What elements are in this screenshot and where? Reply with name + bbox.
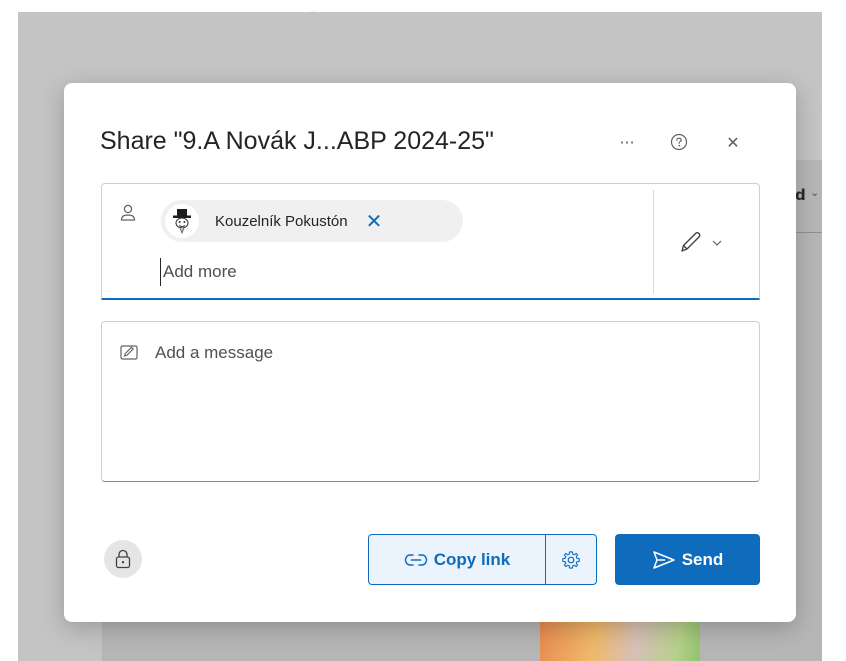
person-icon (120, 204, 136, 221)
add-more-input[interactable] (160, 258, 540, 286)
message-input[interactable] (155, 340, 735, 366)
copy-link-button[interactable]: Copy link (369, 535, 545, 584)
background-image (540, 618, 700, 661)
close-icon: ✕ (726, 132, 740, 152)
recipients-field[interactable]: Kouzelník Pokustón ✕ (101, 183, 760, 300)
dialog-title: Share "9.A Novák J...ABP 2024-25" (100, 127, 494, 155)
copy-link-label: Copy link (433, 549, 511, 569)
recipient-chip[interactable]: Kouzelník Pokustón ✕ (161, 200, 463, 242)
background-top-fragment: _ (310, 0, 316, 12)
background-chevron-icon: ⌄ (810, 186, 820, 199)
send-icon (652, 550, 675, 569)
link-settings-button[interactable] (546, 535, 596, 584)
remove-recipient-icon[interactable]: ✕ (366, 211, 383, 231)
send-label: Send (681, 549, 724, 569)
avatar-image-icon (173, 209, 191, 234)
link-settings-lock-button[interactable] (104, 540, 142, 578)
more-icon: ··· (619, 132, 635, 152)
help-button[interactable] (666, 129, 692, 155)
send-button[interactable]: Send (615, 534, 760, 585)
edit-note-icon (120, 345, 138, 360)
link-icon (404, 553, 427, 566)
recipient-name: Kouzelník Pokustón (215, 212, 348, 230)
backdrop-right-strip (822, 12, 846, 661)
avatar (165, 204, 199, 238)
more-options-button[interactable]: ··· (614, 129, 640, 155)
pencil-icon (681, 232, 701, 252)
gear-icon (562, 550, 580, 569)
copy-link-group: Copy link (368, 534, 597, 585)
message-field[interactable] (101, 321, 760, 482)
permission-dropdown[interactable] (676, 230, 736, 256)
chevron-down-icon (712, 240, 722, 246)
share-dialog: Share "9.A Novák J...ABP 2024-25" ··· ✕ (64, 83, 796, 622)
close-button[interactable]: ✕ (720, 129, 746, 155)
background-label: d (795, 186, 806, 204)
backdrop-left-strip (0, 0, 18, 661)
permission-divider (653, 190, 654, 294)
help-circle-icon (670, 133, 688, 151)
lock-icon (115, 549, 131, 569)
